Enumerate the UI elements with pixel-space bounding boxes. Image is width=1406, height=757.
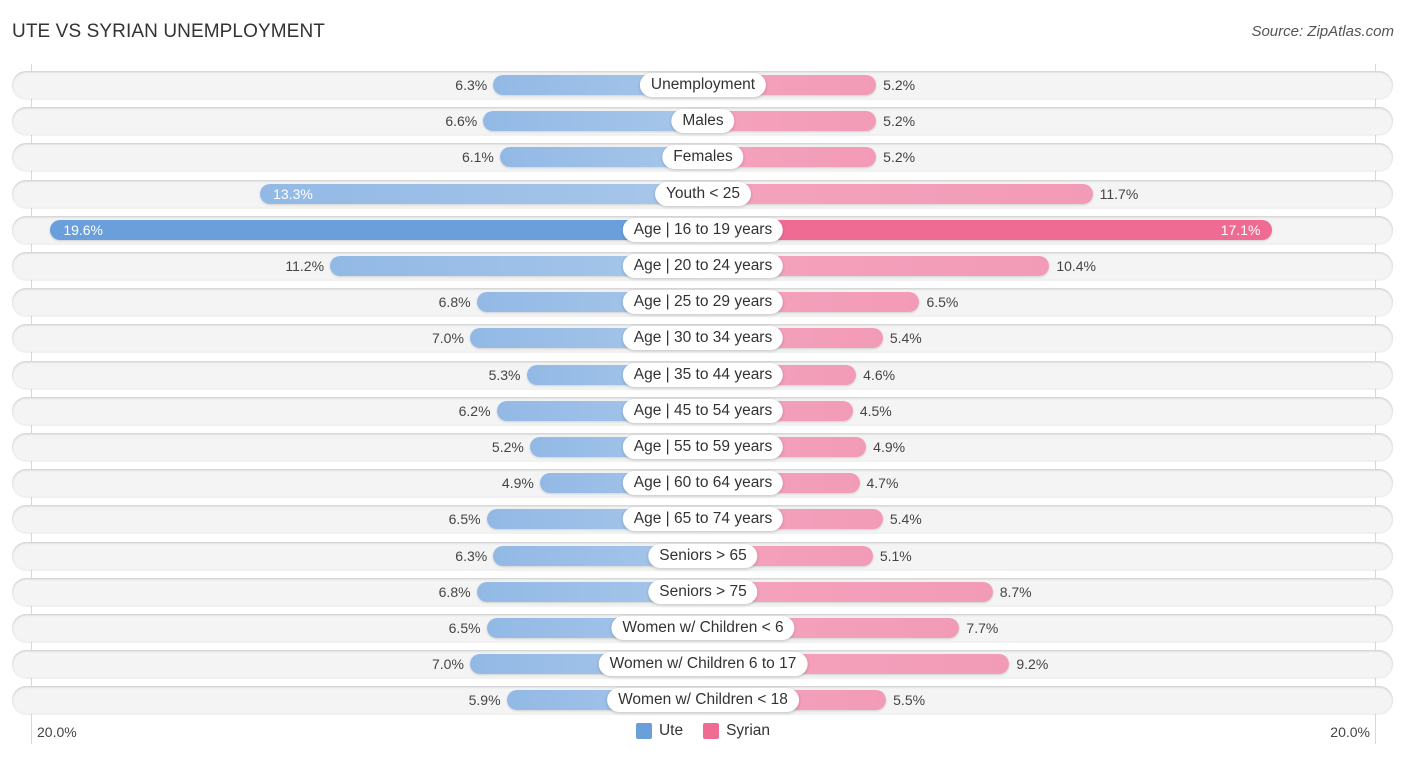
value-label-ute: 13.3%	[273, 185, 313, 202]
category-label: Age | 16 to 19 years	[622, 217, 784, 242]
legend-item-ute[interactable]: Ute	[635, 722, 684, 740]
value-label-syrian: 6.5%	[926, 294, 959, 311]
value-label-syrian: 17.1%	[1220, 221, 1261, 238]
value-label-ute: 6.6%	[445, 113, 478, 130]
value-label-ute: 5.9%	[468, 692, 501, 709]
category-label: Youth < 25	[655, 181, 751, 206]
value-label-ute: 7.0%	[431, 330, 464, 347]
value-label-syrian: 9.2%	[1016, 656, 1049, 673]
value-label-syrian: 5.2%	[883, 149, 916, 166]
value-label-ute: 6.5%	[448, 620, 481, 636]
value-label-syrian: 7.7%	[966, 620, 999, 636]
value-label-ute: 6.8%	[438, 583, 471, 600]
value-label-ute: 4.9%	[501, 475, 534, 492]
value-label-syrian: 5.4%	[889, 511, 922, 528]
category-label: Age | 35 to 44 years	[622, 362, 784, 387]
category-label: Males	[671, 109, 735, 134]
category-label: Unemployment	[639, 73, 767, 97]
value-label-syrian: 4.7%	[866, 475, 899, 492]
category-label: Seniors > 75	[648, 579, 758, 604]
value-label-syrian: 5.5%	[893, 692, 926, 709]
category-label: Age | 30 to 34 years	[622, 326, 784, 351]
value-label-ute: 19.6%	[63, 221, 104, 238]
legend-swatch-syrian	[703, 723, 720, 739]
value-label-ute: 11.2%	[285, 258, 325, 274]
value-label-ute: 5.2%	[491, 439, 524, 455]
category-label: Seniors > 65	[648, 543, 758, 568]
value-label-syrian: 5.2%	[883, 113, 916, 130]
value-label-ute: 6.3%	[455, 77, 488, 93]
bar-ute[interactable]	[260, 183, 703, 204]
legend-swatch-ute	[635, 723, 652, 739]
category-label: Women w/ Children 6 to 17	[598, 652, 808, 677]
legend-item-syrian[interactable]: Syrian	[703, 722, 770, 740]
category-label: Age | 55 to 59 years	[622, 435, 784, 459]
bar-ute[interactable]	[483, 111, 703, 132]
value-label-ute: 6.2%	[458, 402, 491, 419]
legend: Ute Syrian	[0, 722, 1406, 740]
category-label: Women w/ Children < 6	[611, 616, 795, 640]
value-label-ute: 6.3%	[455, 547, 488, 564]
value-label-ute: 6.8%	[438, 294, 471, 311]
category-label: Age | 60 to 64 years	[622, 471, 784, 496]
bar-syrian[interactable]	[703, 183, 1093, 204]
chart-title: UTE VS SYRIAN UNEMPLOYMENT	[12, 21, 325, 42]
category-label: Age | 65 to 74 years	[622, 507, 784, 532]
category-label: Women w/ Children < 18	[607, 688, 799, 713]
value-label-syrian: 10.4%	[1056, 258, 1097, 274]
source-label: Source: ZipAtlas.com	[1251, 23, 1394, 40]
category-label: Females	[662, 145, 744, 170]
legend-label-ute: Ute	[658, 722, 684, 739]
value-label-syrian: 11.7%	[1099, 185, 1139, 202]
category-label: Age | 20 to 24 years	[622, 254, 784, 278]
value-label-ute: 5.3%	[488, 366, 521, 383]
bar-syrian[interactable]	[703, 219, 1273, 240]
value-label-syrian: 8.7%	[999, 583, 1032, 600]
value-label-ute: 7.0%	[431, 656, 464, 673]
value-label-ute: 6.5%	[448, 511, 481, 528]
value-label-ute: 6.1%	[461, 149, 494, 166]
value-label-syrian: 4.6%	[863, 366, 896, 383]
legend-label-syrian: Syrian	[726, 722, 771, 739]
bar-ute[interactable]	[50, 219, 703, 240]
value-label-syrian: 5.2%	[883, 77, 916, 93]
value-label-syrian: 5.1%	[879, 547, 912, 564]
value-label-syrian: 5.4%	[889, 330, 922, 347]
value-label-syrian: 4.9%	[873, 439, 906, 455]
category-label: Age | 45 to 54 years	[622, 398, 784, 423]
value-label-syrian: 4.5%	[859, 402, 892, 419]
category-label: Age | 25 to 29 years	[622, 290, 784, 315]
